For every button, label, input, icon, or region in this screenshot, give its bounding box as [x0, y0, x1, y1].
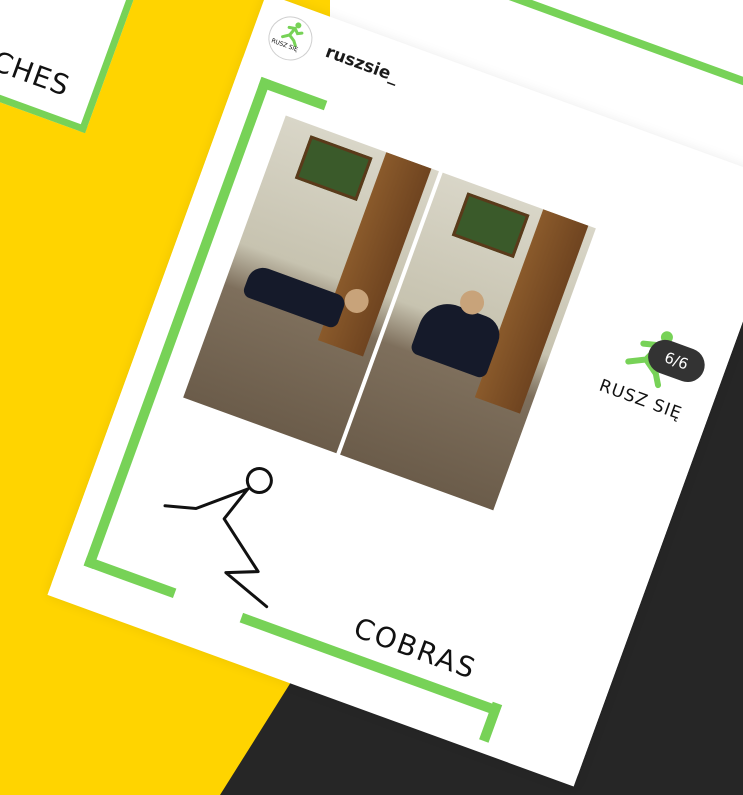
username[interactable]: ruszsie_ [323, 42, 402, 87]
stick-figure-icon [101, 419, 342, 632]
avatar[interactable]: RUSZ SIĘ [262, 10, 319, 67]
previous-post-caption: CHES [0, 44, 75, 103]
